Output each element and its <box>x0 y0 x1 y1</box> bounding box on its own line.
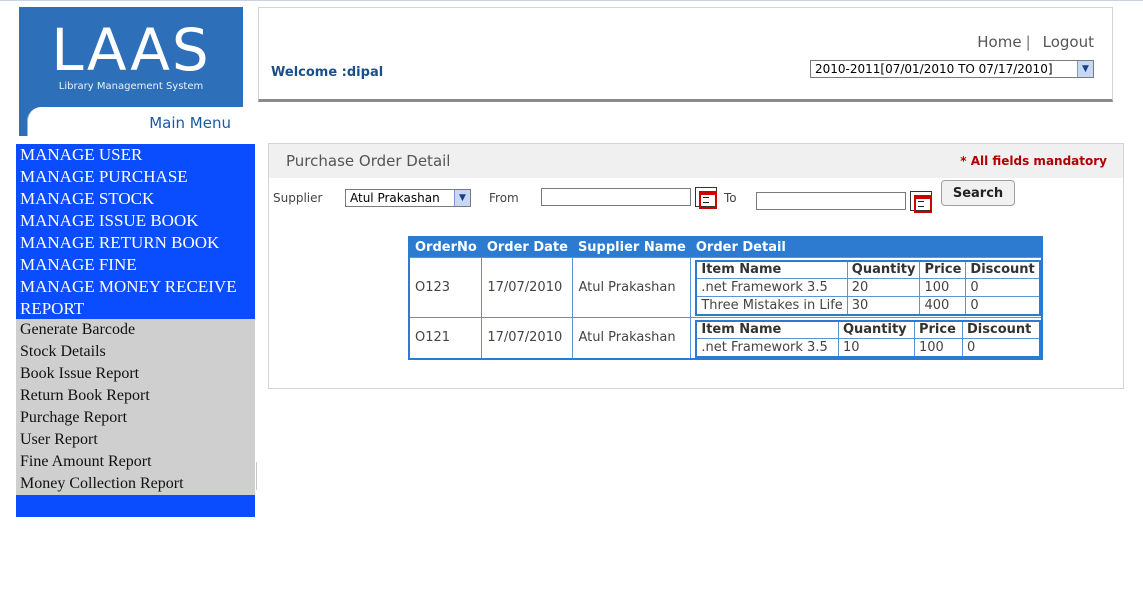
home-link[interactable]: Home <box>977 33 1021 51</box>
header-quantity: Quantity <box>846 260 921 279</box>
order-detail-cell: Item Name Quantity Price Discount .net F… <box>690 316 1043 360</box>
supplier-value: Atul Prakashan <box>350 191 440 205</box>
detail-row: .net Framework 3.5 10 100 0 <box>695 338 1041 357</box>
order-date-cell: 17/07/2010 <box>481 256 574 318</box>
menu-item-manage-issue-book[interactable]: MANAGE ISSUE BOOK <box>16 210 255 232</box>
logo-block: LAAS Library Management System Main Menu <box>19 7 243 136</box>
logout-link[interactable]: Logout <box>1043 33 1094 51</box>
price-cell: 100 <box>919 278 967 297</box>
item-name-cell: .net Framework 3.5 <box>695 278 848 297</box>
calendar-icon[interactable] <box>695 187 717 209</box>
main-menu-tab: Main Menu <box>27 107 243 136</box>
welcome-text: Welcome :dipal <box>271 62 559 84</box>
header-orderno: OrderNo <box>409 237 482 257</box>
submenu-item-purchage-report[interactable]: Purchage Report <box>16 407 255 429</box>
menu-item-manage-return-book[interactable]: MANAGE RETURN BOOK <box>16 232 255 254</box>
logo: LAAS <box>51 16 211 84</box>
detail-row: .net Framework 3.5 20 100 0 <box>695 278 1041 297</box>
detail-header-row: Item Name Quantity Price Discount <box>695 320 1041 339</box>
header-panel: Welcome :dipal Home | Logout 2010-2011[07/… <box>258 7 1113 102</box>
order-detail-table: Item Name Quantity Price Discount .net F… <box>695 259 1041 316</box>
menu-footer-bar <box>16 495 255 517</box>
detail-row: Three Mistakes in Life 30 400 0 <box>695 296 1041 315</box>
header-item-name: Item Name <box>695 320 839 339</box>
calendar-icon[interactable] <box>910 191 932 213</box>
header-order-date: Order Date <box>481 237 573 257</box>
page-title: Purchase Order Detail <box>286 152 451 170</box>
main-menu: MANAGE USER MANAGE PURCHASE MANAGE STOCK… <box>16 144 255 319</box>
header-discount: Discount <box>965 260 1041 279</box>
header-discount: Discount <box>961 320 1041 339</box>
supplier-cell: Atul Prakashan <box>572 256 692 318</box>
menu-item-manage-fine[interactable]: MANAGE FINE <box>16 254 255 276</box>
price-cell: 400 <box>919 296 967 315</box>
menu-divider <box>256 462 257 490</box>
top-border <box>0 0 1143 4</box>
main-menu-label: Main Menu <box>149 114 231 132</box>
submenu-item-fine-amount-report[interactable]: Fine Amount Report <box>16 451 255 473</box>
quantity-cell: 10 <box>837 338 915 357</box>
supplier-label: Supplier <box>273 191 323 205</box>
menu-item-manage-stock[interactable]: MANAGE STOCK <box>16 188 255 210</box>
menu-item-manage-user[interactable]: MANAGE USER <box>16 144 255 166</box>
grid-header-row: OrderNo Order Date Supplier Name Order D… <box>409 237 1042 257</box>
submenu-item-user-report[interactable]: User Report <box>16 429 255 451</box>
panel-header: Purchase Order Detail * All fields manda… <box>269 144 1123 178</box>
item-name-cell: .net Framework 3.5 <box>695 338 839 357</box>
purchase-order-grid: OrderNo Order Date Supplier Name Order D… <box>408 236 1043 360</box>
order-no-cell: O123 <box>408 256 483 318</box>
header-price: Price <box>919 260 967 279</box>
menu-item-report[interactable]: REPORT <box>16 298 255 320</box>
from-date-input[interactable] <box>541 188 691 206</box>
menu-item-manage-purchase[interactable]: MANAGE PURCHASE <box>16 166 255 188</box>
price-cell: 100 <box>913 338 964 357</box>
order-no-cell: O121 <box>408 316 483 360</box>
menu-item-manage-money-receive[interactable]: MANAGE MONEY RECEIVE <box>16 276 255 298</box>
order-detail-table: Item Name Quantity Price Discount .net F… <box>695 319 1041 358</box>
logo-subtitle: Library Management System <box>58 81 204 92</box>
to-label: To <box>724 191 737 205</box>
financial-year-select[interactable]: 2010-2011[07/01/2010 TO 07/17/2010] ▼ <box>810 60 1094 78</box>
quantity-cell: 30 <box>846 296 921 315</box>
discount-cell: 0 <box>965 296 1041 315</box>
detail-header-row: Item Name Quantity Price Discount <box>695 260 1041 279</box>
supplier-select[interactable]: Atul Prakashan ▼ <box>345 189 471 207</box>
chevron-down-icon[interactable]: ▼ <box>1077 61 1093 77</box>
header-price: Price <box>913 320 964 339</box>
top-links: Home | Logout <box>977 33 1094 51</box>
submenu-item-generate-barcode[interactable]: Generate Barcode <box>16 319 255 341</box>
header-quantity: Quantity <box>837 320 915 339</box>
to-date-input[interactable] <box>756 192 906 210</box>
from-label: From <box>489 191 519 205</box>
search-button[interactable]: Search <box>941 180 1015 206</box>
order-detail-cell: Item Name Quantity Price Discount .net F… <box>690 256 1043 318</box>
quantity-cell: 20 <box>846 278 921 297</box>
submenu-item-book-issue-report[interactable]: Book Issue Report <box>16 363 255 385</box>
item-name-cell: Three Mistakes in Life <box>695 296 848 315</box>
chevron-down-icon[interactable]: ▼ <box>454 190 470 206</box>
discount-cell: 0 <box>965 278 1041 297</box>
submenu-item-stock-details[interactable]: Stock Details <box>16 341 255 363</box>
header-order-detail: Order Detail <box>690 237 1042 257</box>
header-item-name: Item Name <box>695 260 848 279</box>
supplier-cell: Atul Prakashan <box>572 316 692 360</box>
table-row: O121 17/07/2010 Atul Prakashan Item Name… <box>408 316 1043 360</box>
submenu-item-money-collection-report[interactable]: Money Collection Report <box>16 473 255 495</box>
link-separator: | <box>1025 33 1031 51</box>
report-submenu: Generate Barcode Stock Details Book Issu… <box>16 319 255 495</box>
table-row: O123 17/07/2010 Atul Prakashan Item Name… <box>408 256 1043 318</box>
financial-year-value: 2010-2011[07/01/2010 TO 07/17/2010] <box>815 62 1053 76</box>
order-date-cell: 17/07/2010 <box>481 316 574 360</box>
header-supplier-name: Supplier Name <box>572 237 691 257</box>
submenu-item-return-book-report[interactable]: Return Book Report <box>16 385 255 407</box>
mandatory-note: * All fields mandatory <box>960 154 1107 168</box>
discount-cell: 0 <box>961 338 1041 357</box>
